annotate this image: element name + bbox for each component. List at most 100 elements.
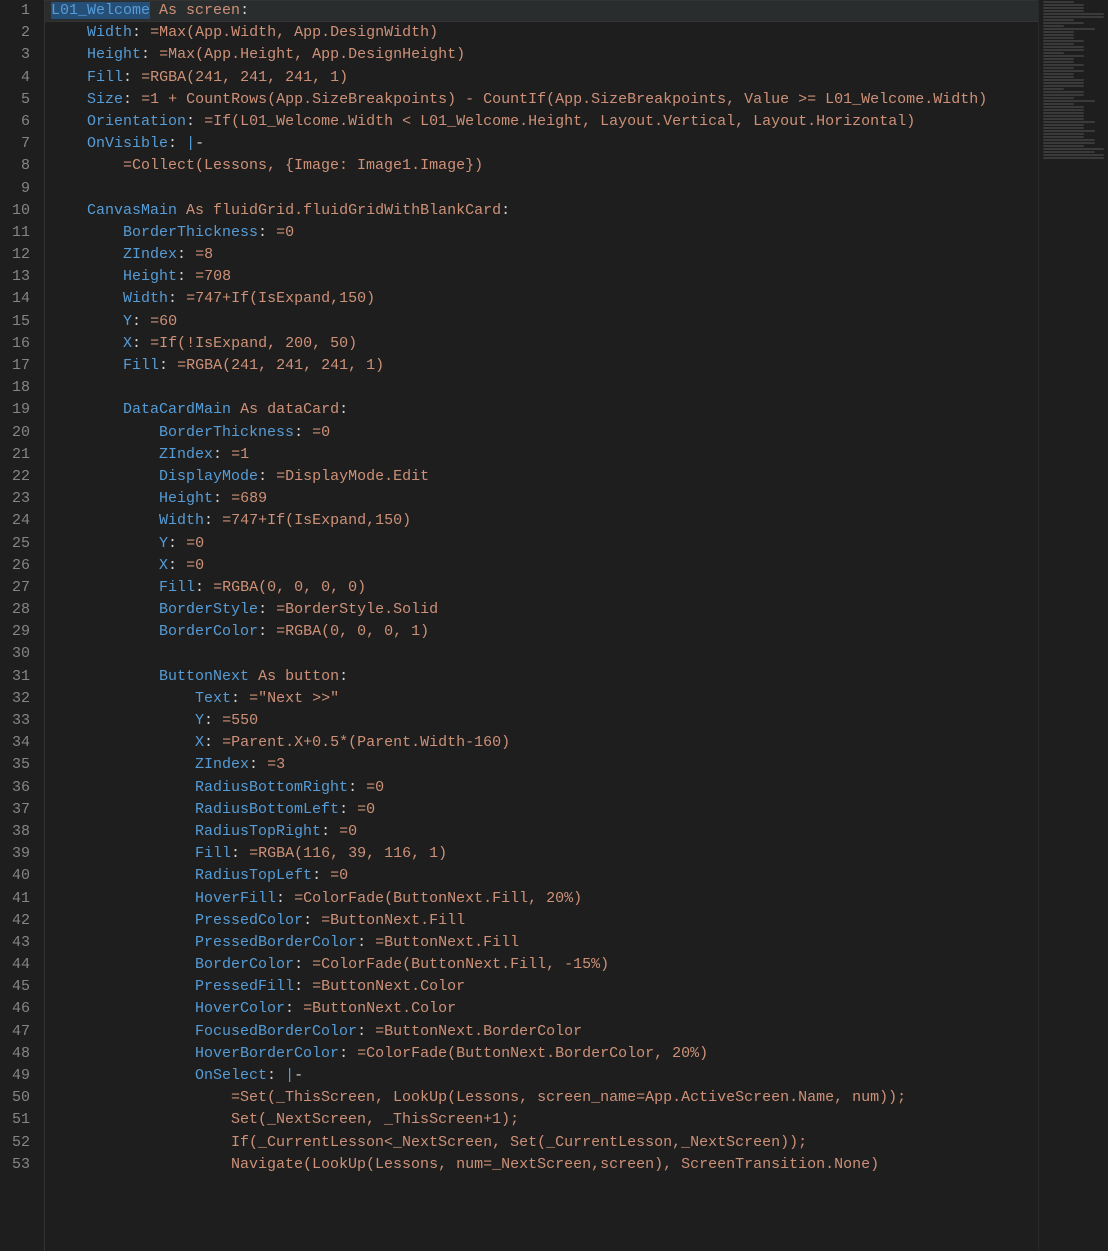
- line-number: 18: [0, 377, 30, 399]
- minimap-line: [1043, 142, 1095, 144]
- minimap-line: [1043, 100, 1095, 102]
- minimap-line: [1043, 139, 1095, 141]
- code-line[interactable]: [45, 643, 1038, 665]
- line-number: 13: [0, 266, 30, 288]
- line-number: 5: [0, 89, 30, 111]
- line-number: 19: [0, 399, 30, 421]
- line-number: 33: [0, 710, 30, 732]
- code-line[interactable]: FocusedBorderColor: =ButtonNext.BorderCo…: [45, 1021, 1038, 1043]
- code-line[interactable]: BorderColor: =RGBA(0, 0, 0, 1): [45, 621, 1038, 643]
- minimap-line: [1043, 124, 1084, 126]
- code-line[interactable]: ZIndex: =8: [45, 244, 1038, 266]
- code-line[interactable]: RadiusTopRight: =0: [45, 821, 1038, 843]
- code-line[interactable]: Width: =747+If(IsExpand,150): [45, 510, 1038, 532]
- code-line[interactable]: Height: =Max(App.Height, App.DesignHeigh…: [45, 44, 1038, 66]
- code-line[interactable]: BorderColor: =ColorFade(ButtonNext.Fill,…: [45, 954, 1038, 976]
- code-line[interactable]: DataCardMain As dataCard:: [45, 399, 1038, 421]
- minimap-line: [1043, 70, 1084, 72]
- minimap-line: [1043, 25, 1064, 27]
- code-line[interactable]: CanvasMain As fluidGrid.fluidGridWithBla…: [45, 200, 1038, 222]
- line-number: 36: [0, 777, 30, 799]
- code-editor[interactable]: 1234567891011121314151617181920212223242…: [0, 0, 1108, 1251]
- code-line[interactable]: Orientation: =If(L01_Welcome.Width < L01…: [45, 111, 1038, 133]
- code-line[interactable]: Width: =747+If(IsExpand,150): [45, 288, 1038, 310]
- code-line[interactable]: BorderStyle: =BorderStyle.Solid: [45, 599, 1038, 621]
- code-line[interactable]: RadiusTopLeft: =0: [45, 865, 1038, 887]
- code-line[interactable]: =Collect(Lessons, {Image: Image1.Image}): [45, 155, 1038, 177]
- minimap-line: [1043, 46, 1084, 48]
- line-number: 32: [0, 688, 30, 710]
- code-content-area[interactable]: L01_Welcome As screen: Width: =Max(App.W…: [44, 0, 1038, 1251]
- line-number: 9: [0, 178, 30, 200]
- code-line[interactable]: Text: ="Next >>": [45, 688, 1038, 710]
- line-number: 24: [0, 510, 30, 532]
- code-line[interactable]: OnVisible: |-: [45, 133, 1038, 155]
- code-line[interactable]: Navigate(LookUp(Lessons, num=_NextScreen…: [45, 1154, 1038, 1176]
- code-line[interactable]: Width: =Max(App.Width, App.DesignWidth): [45, 22, 1038, 44]
- line-number: 17: [0, 355, 30, 377]
- code-line[interactable]: L01_Welcome As screen:: [45, 0, 1038, 22]
- code-line[interactable]: Height: =689: [45, 488, 1038, 510]
- minimap-line: [1043, 28, 1095, 30]
- code-line[interactable]: X: =If(!IsExpand, 200, 50): [45, 333, 1038, 355]
- code-line[interactable]: =Set(_ThisScreen, LookUp(Lessons, screen…: [45, 1087, 1038, 1109]
- line-number: 43: [0, 932, 30, 954]
- code-line[interactable]: BorderThickness: =0: [45, 222, 1038, 244]
- minimap[interactable]: [1038, 0, 1108, 1251]
- code-line[interactable]: X: =Parent.X+0.5*(Parent.Width-160): [45, 732, 1038, 754]
- code-line[interactable]: Y: =60: [45, 311, 1038, 333]
- code-line[interactable]: Size: =1 + CountRows(App.SizeBreakpoints…: [45, 89, 1038, 111]
- code-line[interactable]: PressedBorderColor: =ButtonNext.Fill: [45, 932, 1038, 954]
- code-line[interactable]: HoverBorderColor: =ColorFade(ButtonNext.…: [45, 1043, 1038, 1065]
- line-number: 12: [0, 244, 30, 266]
- code-line[interactable]: RadiusBottomRight: =0: [45, 777, 1038, 799]
- code-line[interactable]: [45, 377, 1038, 399]
- line-number: 38: [0, 821, 30, 843]
- code-line[interactable]: DisplayMode: =DisplayMode.Edit: [45, 466, 1038, 488]
- minimap-line: [1043, 4, 1084, 6]
- code-line[interactable]: Fill: =RGBA(241, 241, 241, 1): [45, 67, 1038, 89]
- line-number: 44: [0, 954, 30, 976]
- code-line[interactable]: OnSelect: |-: [45, 1065, 1038, 1087]
- minimap-line: [1043, 40, 1084, 42]
- code-line[interactable]: HoverFill: =ColorFade(ButtonNext.Fill, 2…: [45, 888, 1038, 910]
- code-line[interactable]: ZIndex: =1: [45, 444, 1038, 466]
- code-line[interactable]: BorderThickness: =0: [45, 422, 1038, 444]
- line-number: 53: [0, 1154, 30, 1176]
- minimap-line: [1043, 34, 1074, 36]
- code-line[interactable]: ButtonNext As button:: [45, 666, 1038, 688]
- code-line[interactable]: Fill: =RGBA(116, 39, 116, 1): [45, 843, 1038, 865]
- minimap-line: [1043, 151, 1095, 153]
- line-number: 47: [0, 1021, 30, 1043]
- code-line[interactable]: Fill: =RGBA(241, 241, 241, 1): [45, 355, 1038, 377]
- code-line[interactable]: [45, 178, 1038, 200]
- line-number: 35: [0, 754, 30, 776]
- code-line[interactable]: If(_CurrentLesson<_NextScreen, Set(_Curr…: [45, 1132, 1038, 1154]
- minimap-line: [1043, 16, 1104, 18]
- line-number: 48: [0, 1043, 30, 1065]
- code-line[interactable]: RadiusBottomLeft: =0: [45, 799, 1038, 821]
- line-number: 21: [0, 444, 30, 466]
- line-number: 52: [0, 1132, 30, 1154]
- minimap-line: [1043, 61, 1074, 63]
- code-line[interactable]: PressedFill: =ButtonNext.Color: [45, 976, 1038, 998]
- line-number: 28: [0, 599, 30, 621]
- code-line[interactable]: HoverColor: =ButtonNext.Color: [45, 998, 1038, 1020]
- code-line[interactable]: ZIndex: =3: [45, 754, 1038, 776]
- line-number: 50: [0, 1087, 30, 1109]
- code-line[interactable]: Y: =0: [45, 533, 1038, 555]
- minimap-line: [1043, 13, 1104, 15]
- minimap-line: [1043, 97, 1074, 99]
- minimap-line: [1043, 103, 1074, 105]
- minimap-line: [1043, 10, 1084, 12]
- code-line[interactable]: X: =0: [45, 555, 1038, 577]
- code-line[interactable]: Fill: =RGBA(0, 0, 0, 0): [45, 577, 1038, 599]
- code-line[interactable]: PressedColor: =ButtonNext.Fill: [45, 910, 1038, 932]
- code-line[interactable]: Set(_NextScreen, _ThisScreen+1);: [45, 1109, 1038, 1131]
- minimap-line: [1043, 88, 1064, 90]
- line-number: 4: [0, 67, 30, 89]
- minimap-line: [1043, 112, 1084, 114]
- line-number: 10: [0, 200, 30, 222]
- code-line[interactable]: Y: =550: [45, 710, 1038, 732]
- code-line[interactable]: Height: =708: [45, 266, 1038, 288]
